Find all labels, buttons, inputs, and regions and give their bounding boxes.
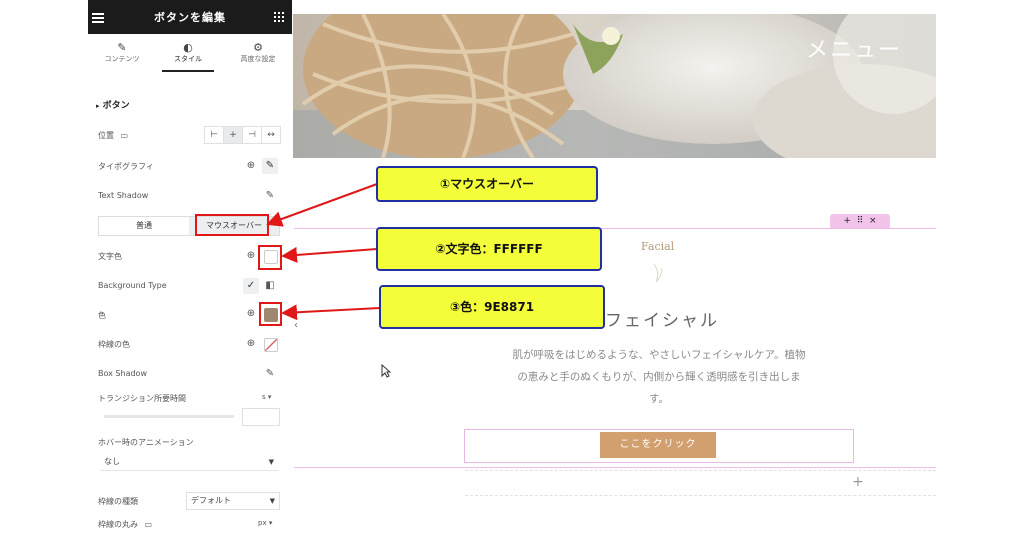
callout-hover: ①マウスオーバー [376, 166, 598, 202]
annotation-arrows [266, 183, 381, 321]
callout-bg-color: ③色：9E8871 [379, 285, 605, 329]
callout-text-color: ②文字色：FFFFFF [376, 227, 602, 271]
